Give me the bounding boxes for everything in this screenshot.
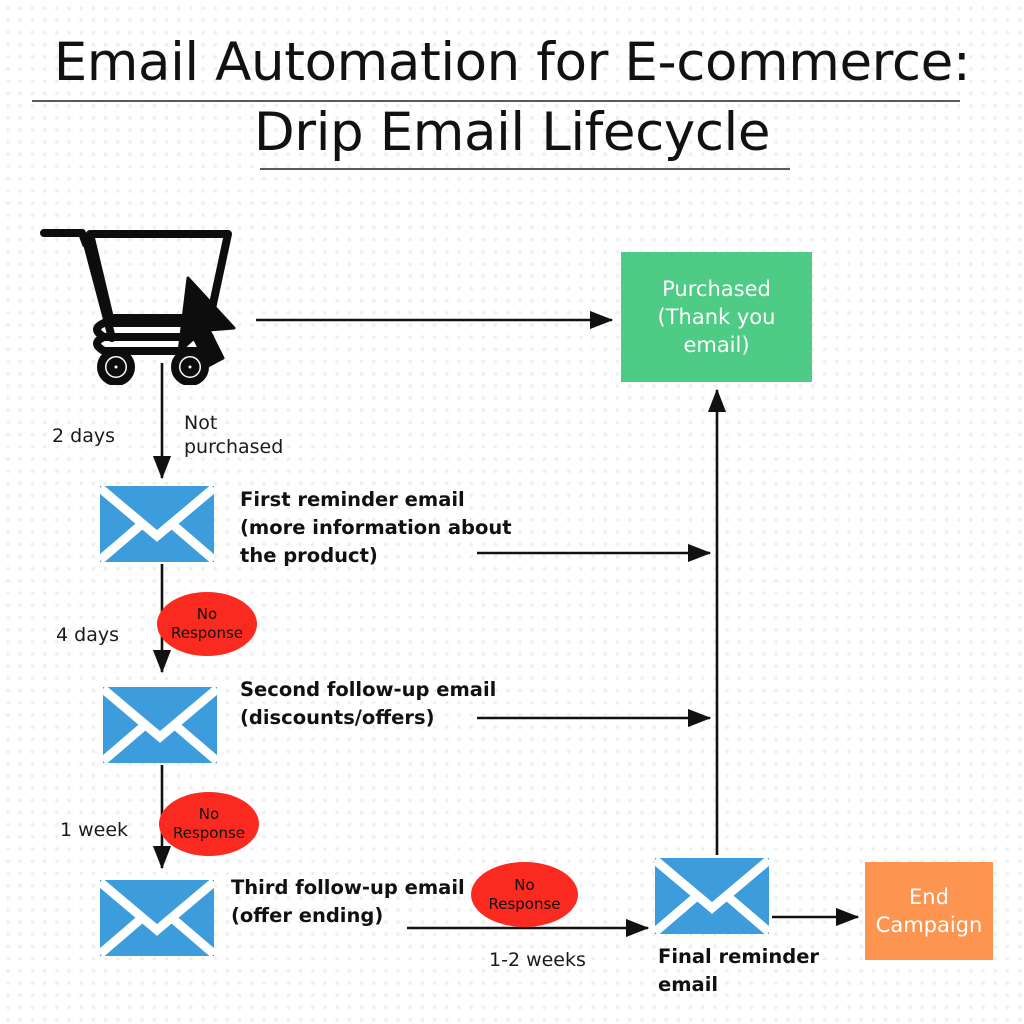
- edge-label-two-days: 2 days: [52, 425, 115, 447]
- title-line-2: Drip Email Lifecycle: [253, 102, 771, 163]
- edge-label-four-days: 4 days: [56, 624, 119, 646]
- final-email-label: Final reminder email: [658, 945, 820, 996]
- title-line-1: Email Automation for E-commerce:: [53, 32, 971, 93]
- third-email-label: Third follow-up email (offer ending): [231, 876, 465, 927]
- no-response-node-2[interactable]: No Response: [159, 792, 259, 856]
- diagram-canvas: Email Automation for E-commerce: Drip Em…: [0, 0, 1024, 1024]
- envelope-icon-third-email[interactable]: [100, 880, 214, 956]
- page-title: Email Automation for E-commerce: Drip Em…: [0, 28, 1024, 168]
- shopping-cart-cursor-icon: [40, 229, 236, 385]
- edge-label-one-week: 1 week: [60, 819, 129, 841]
- end-campaign-node[interactable]: End Campaign: [865, 862, 993, 960]
- purchased-label: Purchased (Thank you email): [657, 277, 776, 357]
- no-response-label-1: No Response: [170, 605, 244, 642]
- title-underline-1: [32, 100, 960, 102]
- purchased-node[interactable]: Purchased (Thank you email): [621, 252, 812, 382]
- envelope-icon-first-email[interactable]: [100, 486, 214, 562]
- end-campaign-label: End Campaign: [875, 885, 983, 937]
- first-email-label: First reminder email (more information a…: [240, 488, 512, 567]
- second-email-label: Second follow-up email (discounts/offers…: [240, 678, 497, 729]
- no-response-label-2: No Response: [172, 805, 246, 842]
- envelope-icon-final-email[interactable]: [655, 858, 769, 934]
- no-response-node-1[interactable]: No Response: [157, 592, 257, 656]
- edge-label-not-purchased: Not purchased: [184, 412, 284, 458]
- edge-label-one-to-two-weeks: 1-2 weeks: [489, 949, 586, 971]
- envelope-icon-second-email[interactable]: [103, 687, 217, 763]
- title-underline-2: [260, 168, 790, 170]
